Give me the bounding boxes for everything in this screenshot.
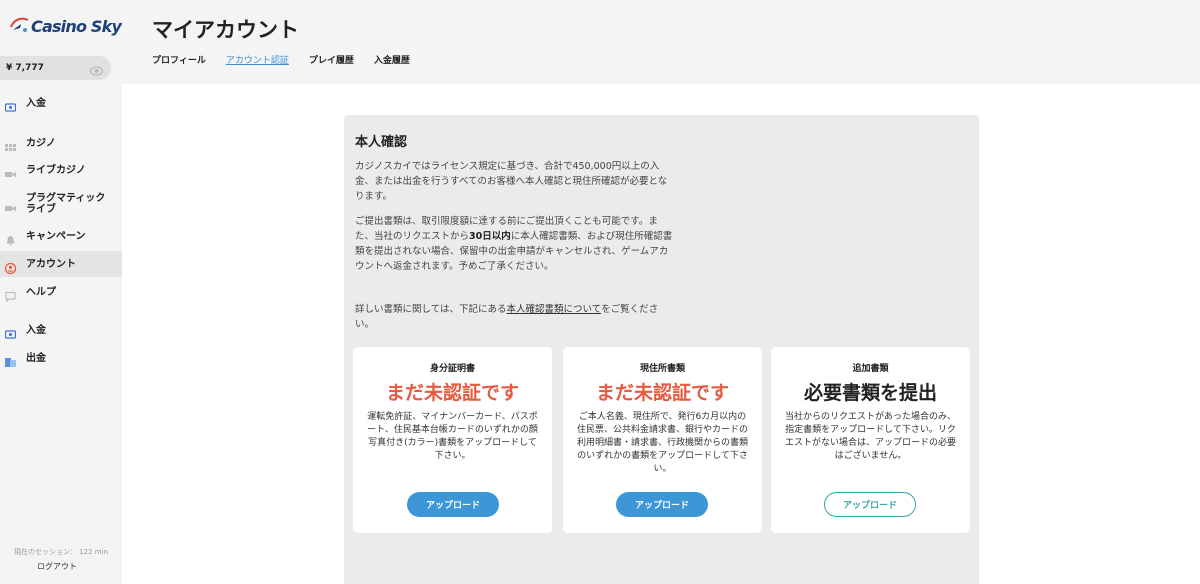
- balance-value: ¥ 7,777: [6, 63, 44, 73]
- deposit-icon: [4, 325, 17, 339]
- documents-paragraph: 詳しい書類に関しては、下記にある本人確認書類についてをご覧ください。: [355, 302, 675, 332]
- sidebar-item-account[interactable]: アカウント: [0, 251, 122, 277]
- tab-deposit-history[interactable]: 入金履歴: [374, 53, 410, 66]
- card-label: 身分証明書: [429, 364, 475, 374]
- video-icon: [5, 199, 16, 211]
- withdraw-icon: [5, 353, 16, 367]
- account-icon: [4, 259, 17, 274]
- brand-name: Casino Sky: [31, 16, 122, 36]
- card-label: 追加書類: [852, 364, 889, 374]
- bell-icon: [5, 231, 16, 246]
- sidebar-item-pragmatic-live[interactable]: プラグマティック ライブ: [0, 190, 122, 218]
- sidebar-item-withdraw[interactable]: 出金: [0, 345, 122, 371]
- id-document-card: 身分証明書 まだ未認証です 運転免許証、マイナンバーカード、パスポート、住民基本…: [353, 347, 552, 533]
- card-description: ご本人名義、現住所で、発行6カ月以内の住民票、公共料金請求書、銀行やカードの利用…: [576, 412, 748, 474]
- sidebar-item-label: 出金: [26, 352, 46, 364]
- documents-text-a: 詳しい書類に関しては、下記にある: [355, 304, 507, 315]
- sidebar-item-label: 入金: [26, 97, 46, 109]
- deadline-paragraph: ご提出書類は、取引限度額に達する前にご提出頂くことも可能です。また、当社のリクエ…: [355, 214, 675, 274]
- sidebar-item-label: アカウント: [26, 258, 76, 270]
- brand-logo[interactable]: Casino Sky: [8, 12, 122, 40]
- sidebar-item-deposit-2[interactable]: 入金: [0, 317, 122, 343]
- session-time: 現在のセッション： 122 min: [13, 548, 108, 556]
- grid-icon: [5, 138, 16, 151]
- sidebar-item-casino[interactable]: カジノ: [0, 130, 122, 156]
- card-description: 運転免許証、マイナンバーカード、パスポート、住民基本台帳カードのいずれかの顔写真…: [367, 412, 538, 461]
- sidebar-item-label: キャンペーン: [26, 230, 86, 242]
- logo-mark-icon: [8, 15, 30, 37]
- tab-account-verification[interactable]: アカウント認証: [226, 53, 289, 66]
- eye-icon[interactable]: [89, 62, 104, 76]
- sidebar-item-deposit[interactable]: 入金: [0, 90, 122, 116]
- sidebar-item-live-casino[interactable]: ライブカジノ: [0, 157, 122, 183]
- balance-display: ¥ 7,777: [0, 56, 111, 80]
- sidebar-item-label: 入金: [26, 324, 46, 336]
- upload-button[interactable]: アップロード: [824, 492, 916, 517]
- upload-button[interactable]: アップロード: [616, 492, 708, 517]
- card-status: まだ未認証です: [385, 382, 519, 404]
- sidebar-item-campaign[interactable]: キャンペーン: [0, 223, 122, 249]
- account-tabs: プロフィール アカウント認証 プレイ履歴 入金履歴: [152, 53, 430, 66]
- logout-link[interactable]: ログアウト: [0, 561, 114, 572]
- video-icon: [5, 165, 16, 177]
- page-header: マイアカウント プロフィール アカウント認証 プレイ履歴 入金履歴: [122, 0, 1200, 84]
- chat-icon: [5, 287, 16, 302]
- sidebar-item-label: プラグマティック ライブ: [26, 193, 106, 215]
- sidebar-item-label: ライブカジノ: [26, 164, 86, 176]
- deposit-icon: [4, 98, 17, 112]
- verification-panel: 本人確認 カジノスカイではライセンス規定に基づき、合計で450,000円以上の入…: [344, 115, 979, 584]
- sidebar-item-help[interactable]: ヘルプ: [0, 279, 122, 305]
- page-title: マイアカウント: [152, 18, 299, 42]
- card-label: 現住所書類: [639, 364, 685, 374]
- section-title: 本人確認: [355, 135, 408, 150]
- tab-profile[interactable]: プロフィール: [152, 53, 206, 66]
- intro-paragraph: カジノスカイではライセンス規定に基づき、合計で450,000円以上の入金、または…: [355, 161, 668, 202]
- card-description: 当社からのリクエストがあった場合のみ、指定書類をアップロードして下さい。リクエス…: [784, 412, 956, 461]
- additional-document-card: 追加書類 必要書類を提出 当社からのリクエストがあった場合のみ、指定書類をアップ…: [771, 347, 970, 533]
- sidebar: Casino Sky ¥ 7,777 入金 カジノ ライブカジノ プラグマティッ…: [0, 0, 122, 584]
- sidebar-item-label: カジノ: [26, 137, 56, 149]
- deadline-bold: 30日以内: [469, 231, 511, 242]
- address-document-card: 現住所書類 まだ未認証です ご本人名義、現住所で、発行6カ月以内の住民票、公共料…: [563, 347, 762, 533]
- card-status: まだ未認証です: [595, 382, 729, 404]
- sidebar-item-label: ヘルプ: [26, 286, 56, 298]
- tab-play-history[interactable]: プレイ履歴: [309, 53, 354, 66]
- upload-button[interactable]: アップロード: [407, 492, 499, 517]
- document-info-link[interactable]: 本人確認書類について: [507, 304, 602, 315]
- card-status: 必要書類を提出: [803, 382, 937, 404]
